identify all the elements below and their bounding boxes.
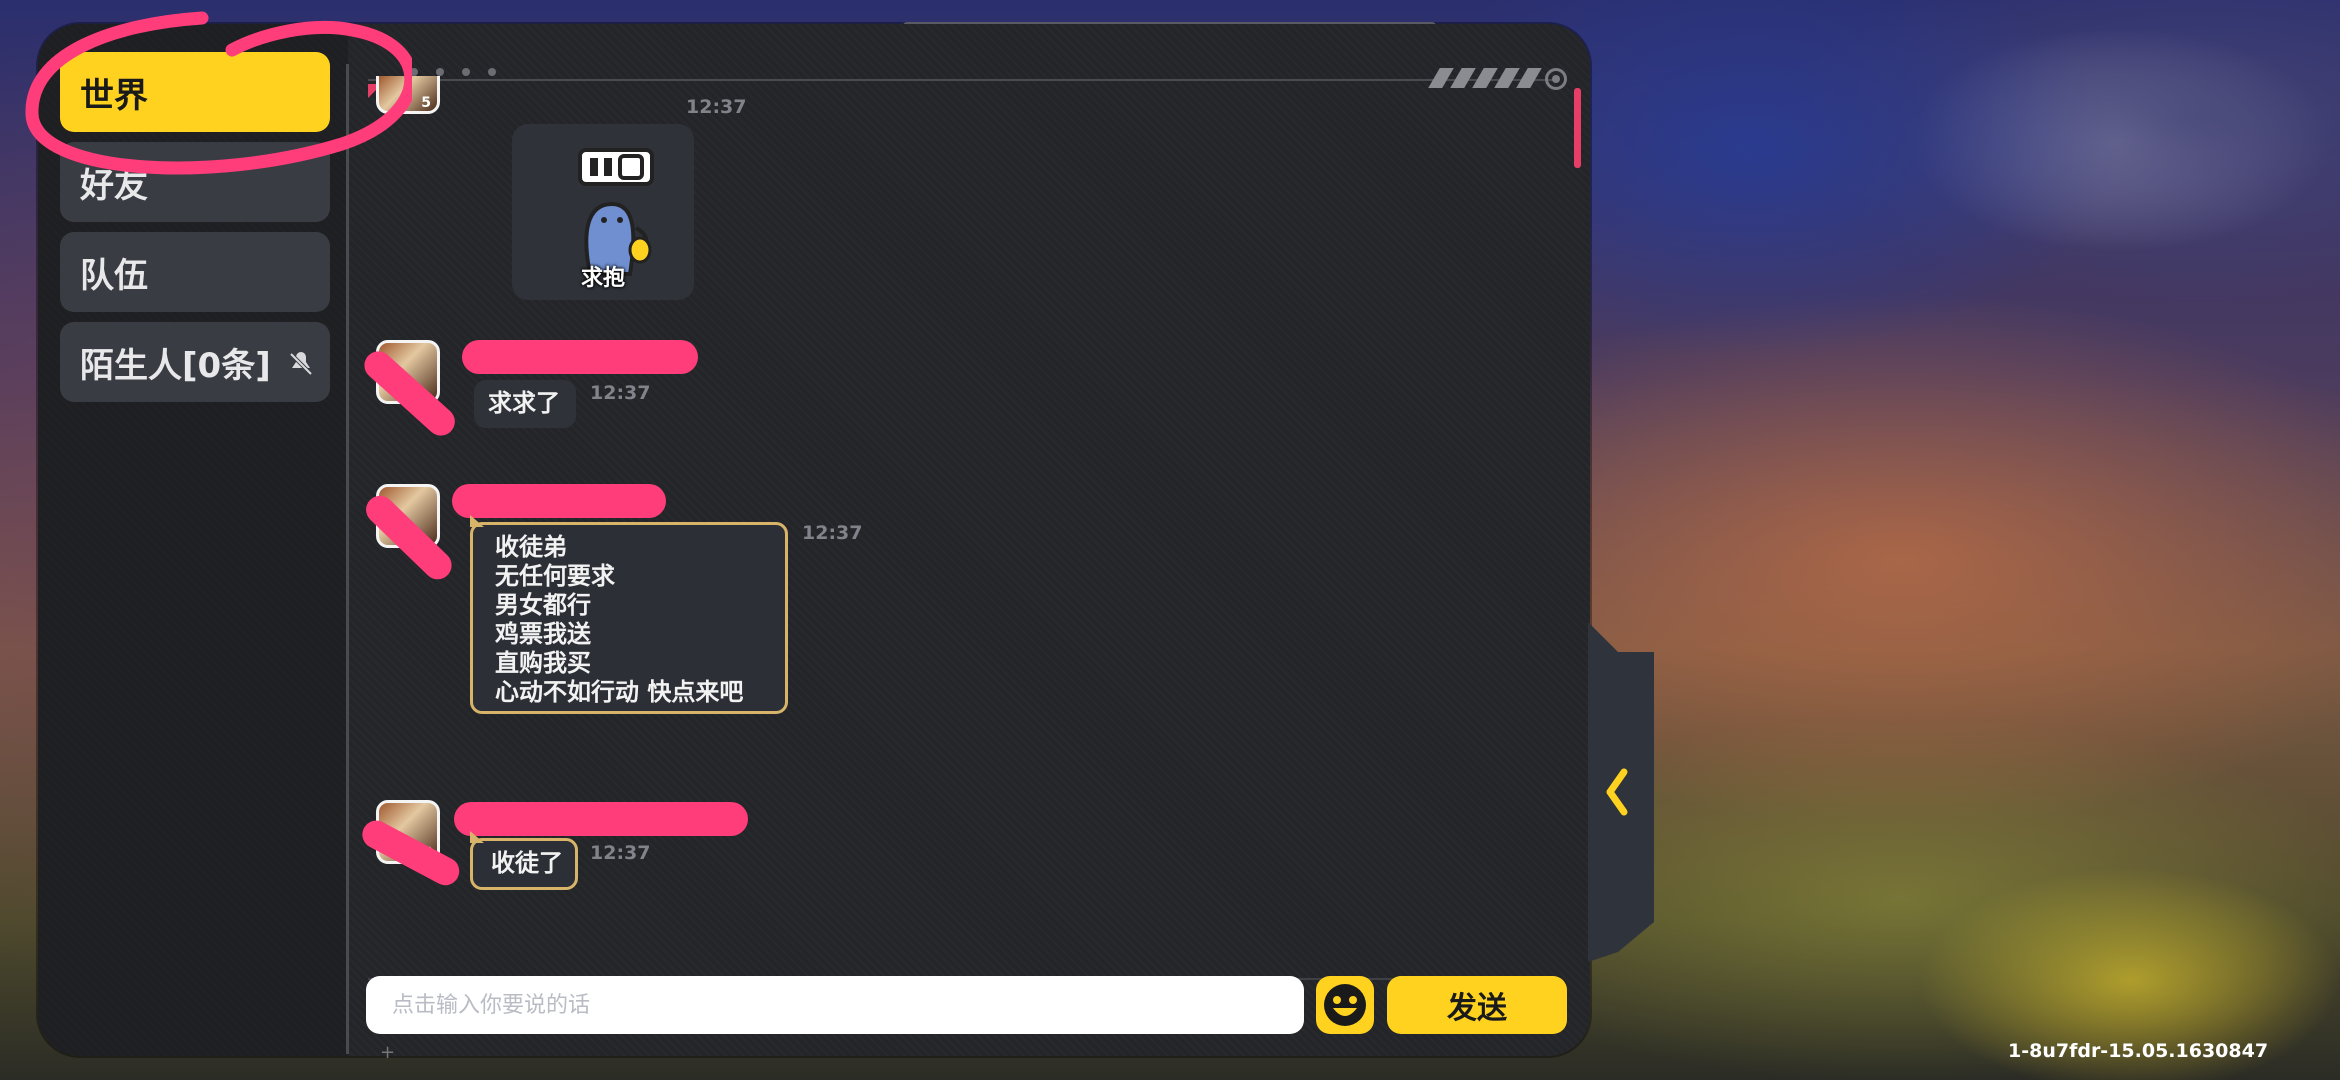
message-line: 直购我买 (495, 649, 591, 677)
corner-ornament-icon (1545, 68, 1567, 90)
emoji-button[interactable] (1316, 976, 1374, 1034)
message-line: 无任何要求 (495, 562, 615, 590)
tab-strangers[interactable]: 陌生人[0条] (60, 322, 330, 402)
message-bubble[interactable]: 收徒弟 无任何要求 男女都行 鸡票我送 直购我买 心动不如行动 快点来吧 (470, 515, 788, 714)
redacted-username (462, 340, 698, 374)
sticker-message[interactable]: 求抱 (512, 124, 694, 300)
mute-icon (289, 352, 313, 376)
annotation-circle (25, 11, 412, 175)
send-button[interactable]: 发送 (1387, 976, 1567, 1034)
message-bubble[interactable]: 收徒了 (470, 831, 578, 890)
tab-team-label: 队伍 (80, 255, 148, 296)
redacted-username (452, 484, 666, 518)
message-bubble[interactable]: 求求了 (474, 380, 576, 428)
message-line: 心动不如行动 快点来吧 (495, 678, 744, 706)
header-rule (368, 79, 1558, 81)
sticker-caption: 求抱 (580, 266, 625, 291)
header-dots (410, 68, 496, 76)
redacted-username (454, 802, 748, 836)
message-time: 12:37 (590, 382, 651, 404)
header-stripes (1428, 68, 1542, 88)
message-line: 收徒弟 (495, 533, 567, 561)
message-time: 12:37 (590, 842, 651, 864)
avatar-level-badge: 5 (421, 95, 431, 111)
tab-strangers-label: 陌生人[0条] (80, 345, 271, 386)
tab-team[interactable]: 队伍 (60, 232, 330, 312)
message-text: 收徒了 (491, 849, 563, 877)
message-time: 12:37 (686, 96, 747, 118)
sidebar-divider (346, 64, 349, 1054)
collapse-panel-tab[interactable] (1588, 622, 1654, 962)
version-label: 1-8u7fdr-15.05.1630847 (2008, 1040, 2269, 1062)
message-text: 求求了 (488, 389, 560, 417)
message-line: 鸡票我送 (495, 620, 591, 648)
chat-input[interactable] (366, 976, 1304, 1034)
message-time: 12:37 (802, 522, 863, 544)
smiley-icon (1324, 984, 1366, 1026)
send-button-label: 发送 (1447, 991, 1507, 1026)
chat-scrollbar[interactable] (1574, 88, 1581, 168)
message-line: 男女都行 (495, 591, 591, 619)
corner-plus-icon: + (380, 1042, 396, 1063)
